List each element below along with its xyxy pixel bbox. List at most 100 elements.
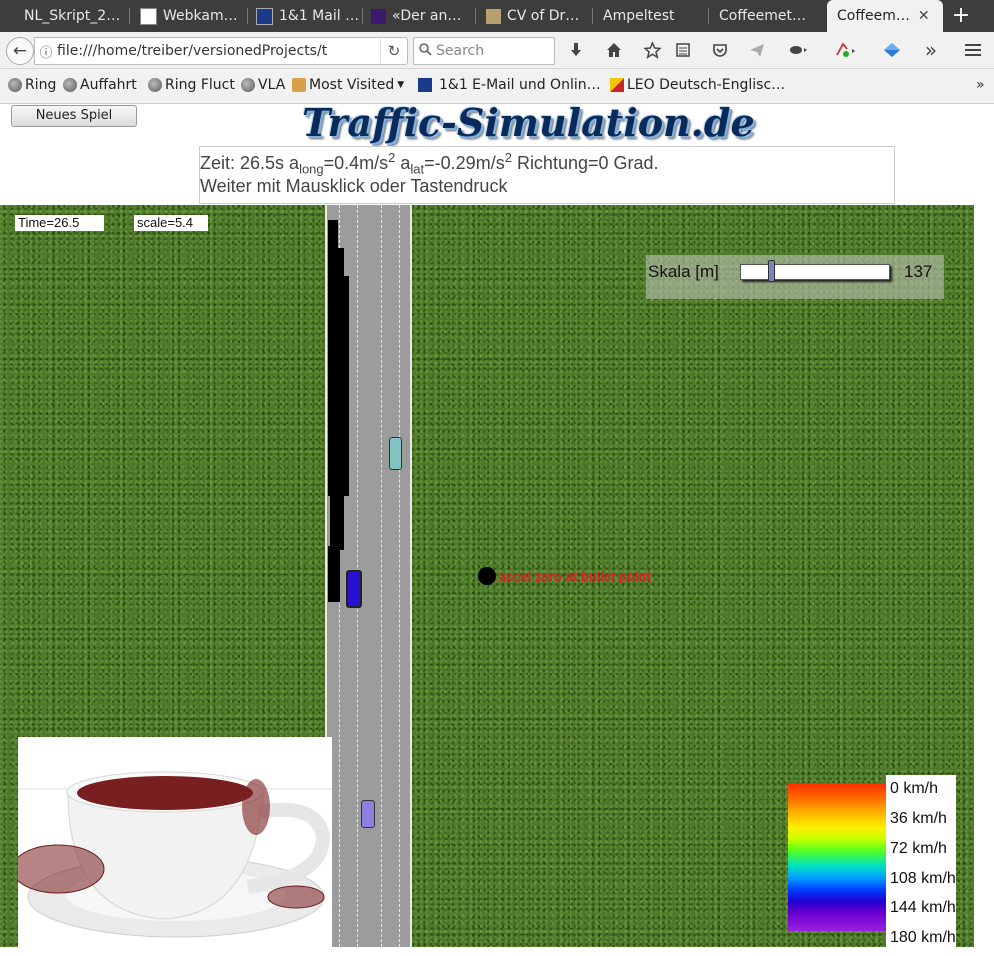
hamburger-menu-icon[interactable] — [960, 37, 986, 63]
bookmark-1und1[interactable]: 1&1 E-Mail und Onlin… — [418, 77, 601, 93]
bookmark-label: Ring Fluct — [165, 77, 235, 93]
new-game-button[interactable]: Neues Spiel — [11, 105, 137, 127]
pocket-icon[interactable] — [707, 37, 733, 63]
url-bar[interactable]: ⓘ file:///home/treiber/versionedProjects… — [34, 37, 408, 65]
bookmark-label: LEO Deutsch-Englisc… — [627, 77, 786, 93]
close-tab-icon[interactable]: ✕ — [918, 8, 930, 24]
legend-label: 108 km/h — [890, 870, 956, 887]
search-input[interactable]: Search — [413, 37, 555, 65]
bullet-point-label: accel zero at bullet point — [499, 569, 651, 584]
truck — [328, 220, 338, 250]
scale-slider-label: Skala [m] — [648, 262, 719, 281]
tab-webkam[interactable]: Webkam… — [130, 0, 248, 32]
search-placeholder: Search — [436, 43, 485, 59]
tab-cv[interactable]: CV of Dr… — [476, 0, 593, 32]
tab-1und1-mail[interactable]: 1&1 Mail … — [248, 0, 363, 32]
mail-icon — [418, 78, 432, 92]
info-box: Zeit: 26.5s along=0.4m/s2 alat=-0.29m/s2… — [199, 146, 895, 204]
globe-icon — [148, 78, 162, 92]
navigation-bar: ← ⓘ file:///home/treiber/versionedProjec… — [0, 32, 994, 69]
bookmark-label: Auffahrt — [80, 77, 137, 93]
back-button[interactable]: ← — [6, 37, 34, 65]
tab-coffeemeter-active[interactable]: Coffeem… ✕ — [827, 0, 943, 32]
site-logo: Traffic-Simulation.de — [302, 100, 755, 145]
tab-title: Coffeemet… — [719, 8, 806, 24]
webcam-favicon-icon — [140, 7, 157, 25]
tab-title: CV of Dr… — [507, 8, 580, 24]
bookmark-auffahrt[interactable]: Auffahrt — [63, 77, 137, 93]
globe-icon — [63, 78, 77, 92]
car-lavender — [361, 800, 375, 828]
bookmark-most-visited[interactable]: Most Visited ▼ — [292, 77, 404, 93]
legend-label: 180 km/h — [890, 929, 956, 946]
cv-favicon-icon — [486, 8, 501, 24]
slider-thumb[interactable] — [768, 260, 775, 282]
legend-label: 72 km/h — [890, 840, 947, 857]
tab-title: NL_Skript_2… — [24, 8, 121, 24]
download-icon[interactable] — [563, 37, 589, 63]
truck — [328, 276, 349, 496]
bookmark-star-icon[interactable] — [639, 37, 665, 63]
tab-title: 1&1 Mail … — [279, 8, 360, 24]
bookmark-ring-fluct[interactable]: Ring Fluct — [148, 77, 235, 93]
coffee-cup-image — [18, 737, 332, 947]
globe-icon — [241, 78, 255, 92]
bookmarks-toolbar: Ring Auffahrt Ring Fluct VLA Most Visite… — [0, 69, 994, 104]
instruction-line: Weiter mit Mausklick oder Tastendruck — [200, 176, 508, 196]
send-icon[interactable] — [744, 37, 770, 63]
dropdown-arrow-icon: ▼ — [397, 80, 405, 90]
legend-label: 36 km/h — [890, 810, 947, 827]
tab-ampeltest[interactable]: Ampeltest — [593, 0, 709, 32]
tab-nl-skript[interactable]: NL_Skript_2… — [0, 0, 130, 32]
bookmark-vla[interactable]: VLA — [241, 77, 285, 93]
car-blue — [346, 570, 362, 608]
extension-script-icon[interactable] — [828, 37, 864, 63]
bookmark-label: Ring — [25, 77, 57, 93]
extension-bug-icon[interactable] — [781, 37, 817, 63]
bookmark-label: 1&1 E-Mail und Onlin… — [439, 77, 601, 93]
folder-icon — [292, 78, 306, 92]
reader-list-icon[interactable] — [670, 37, 696, 63]
overflow-chevron-icon[interactable]: » — [918, 37, 944, 63]
scale-slider-value: 137 — [904, 262, 933, 281]
scale-slider[interactable] — [740, 260, 890, 282]
truck — [330, 490, 344, 550]
bookmark-label: VLA — [258, 77, 286, 93]
time-label: Time=26.5 — [15, 215, 104, 231]
scale-label: scale=5.4 — [134, 215, 208, 231]
bullet-point-marker[interactable] — [478, 567, 496, 585]
speed-color-bar — [788, 783, 886, 931]
truck — [328, 248, 344, 278]
info-icon[interactable]: ⓘ — [35, 42, 57, 61]
status-line: Zeit: 26.5s along=0.4m/s2 alat=-0.29m/s2… — [200, 150, 659, 177]
legend-label: 144 km/h — [890, 899, 956, 916]
tab-title: «Der an… — [392, 8, 462, 24]
arrow-left-icon: ← — [12, 41, 28, 61]
globe-icon — [8, 78, 22, 92]
home-icon[interactable] — [601, 37, 627, 63]
tab-nzz[interactable]: «Der an… — [363, 0, 476, 32]
leo-icon — [610, 78, 624, 92]
bookmark-label: Most Visited — [309, 77, 395, 93]
bookmark-leo[interactable]: LEO Deutsch-Englisc… — [610, 77, 785, 93]
nzz-favicon-icon — [371, 8, 386, 24]
tab-coffeemeter[interactable]: Coffeemet… — [709, 0, 827, 32]
truck — [328, 546, 340, 602]
car-teal — [389, 437, 402, 470]
page-content: Neues Spiel Traffic-Simulation.de Zeit: … — [0, 100, 994, 956]
bookmarks-overflow-icon[interactable]: » — [976, 77, 985, 93]
bookmark-ring[interactable]: Ring — [8, 77, 56, 93]
url-text[interactable]: file:///home/treiber/versionedProjects/t — [57, 43, 380, 59]
new-tab-button[interactable]: + — [948, 3, 974, 29]
extension-diamond-icon[interactable] — [879, 37, 905, 63]
reload-icon[interactable]: ↻ — [380, 39, 407, 63]
tab-title: Ampeltest — [603, 8, 675, 24]
speed-color-legend: 0 km/h 36 km/h 72 km/h 108 km/h 144 km/h… — [788, 775, 958, 947]
tab-title: Coffeem… — [837, 8, 910, 24]
simulation-canvas[interactable]: Time=26.5 scale=5.4 Skala [m] 137 accel … — [0, 205, 974, 947]
tab-title: Webkam… — [163, 8, 238, 24]
scale-slider-panel: Skala [m] 137 — [646, 255, 944, 299]
search-icon — [414, 42, 436, 60]
tab-bar: NL_Skript_2… Webkam… 1&1 Mail … «Der an…… — [0, 0, 994, 32]
legend-label: 0 km/h — [890, 780, 939, 797]
